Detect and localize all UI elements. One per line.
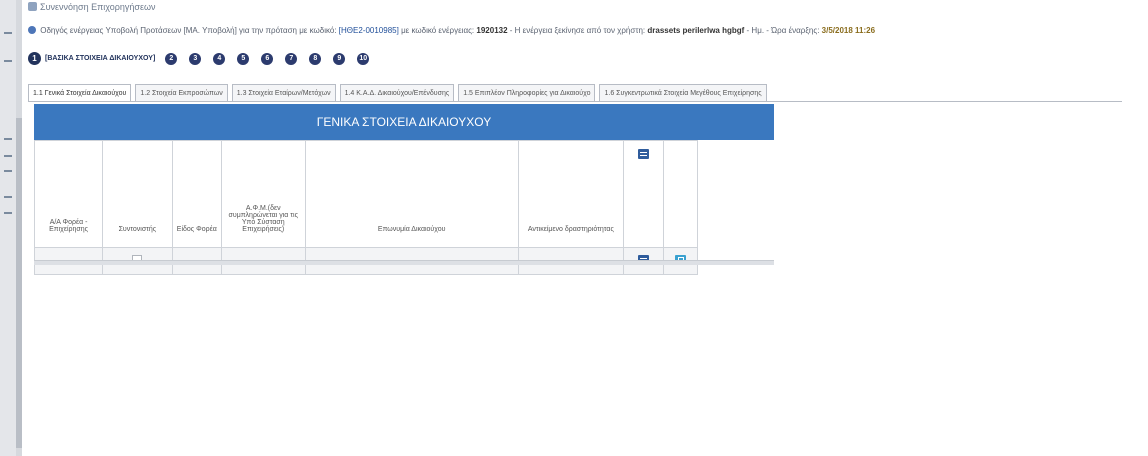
tab-bar: 1.1 Γενικά Στοιχεία Δικαιούχου 1.2 Στοιχ… bbox=[28, 84, 771, 102]
sidebar-marker-icon bbox=[4, 170, 12, 172]
left-sidebar bbox=[0, 0, 17, 456]
tab-representatives[interactable]: 1.2 Στοιχεία Εκπροσώπων bbox=[135, 84, 228, 102]
panel-footer bbox=[34, 260, 774, 265]
step-7-button[interactable]: 7 bbox=[285, 52, 298, 65]
column-header: Συντονιστής bbox=[102, 140, 173, 248]
tab-kad[interactable]: 1.4 Κ.Α.Δ. Δικαιούχου/Επένδυσης bbox=[339, 84, 455, 102]
step-1-label: [ΒΑΣΙΚΑ ΣΤΟΙΧΕΙΑ ΔΙΚΑΙΟΥΧΟΥ] bbox=[45, 55, 156, 62]
table-header-row: Α/Α Φορέα - Επιχείρησης Συντονιστής Είδο… bbox=[33, 140, 698, 248]
column-header-extra bbox=[663, 140, 698, 248]
wizard-steps: 1 [ΒΑΣΙΚΑ ΣΤΟΙΧΕΙΑ ΔΙΚΑΙΟΥΧΟΥ] 2 3 4 5 6… bbox=[28, 52, 381, 65]
sidebar-marker-icon bbox=[4, 138, 12, 140]
sidebar-marker-icon bbox=[4, 60, 12, 62]
step-4-button[interactable]: 4 bbox=[213, 52, 226, 65]
sidebar-marker-icon bbox=[4, 212, 12, 214]
tab-general-info[interactable]: 1.1 Γενικά Στοιχεία Δικαιούχου bbox=[28, 84, 132, 102]
step-10-button[interactable]: 10 bbox=[357, 52, 370, 65]
scrollbar-thumb[interactable] bbox=[16, 118, 22, 448]
sidebar-marker-icon bbox=[4, 155, 12, 157]
step-9-button[interactable]: 9 bbox=[333, 52, 346, 65]
step-1-button[interactable]: 1 bbox=[28, 52, 41, 65]
column-header: Είδος Φορέα bbox=[171, 140, 222, 248]
column-header: Επωνυμία Δικαιούχου bbox=[304, 140, 519, 248]
add-icon[interactable] bbox=[638, 149, 650, 159]
tab-divider bbox=[28, 101, 1122, 102]
info-bar: Οδηγός ενέργειας Υποβολή Προτάσεων [ΜΑ. … bbox=[28, 26, 875, 35]
step-6-button[interactable]: 6 bbox=[261, 52, 274, 65]
sidebar-marker-icon bbox=[4, 32, 12, 34]
step-5-button[interactable]: 5 bbox=[237, 52, 250, 65]
beneficiary-table: Α/Α Φορέα - Επιχείρησης Συντονιστής Είδο… bbox=[33, 140, 698, 275]
step-3-button[interactable]: 3 bbox=[189, 52, 202, 65]
document-icon bbox=[28, 2, 37, 11]
info-icon bbox=[28, 26, 36, 34]
column-header: Α/Α Φορέα - Επιχείρησης bbox=[33, 140, 104, 248]
step-2-button[interactable]: 2 bbox=[165, 52, 178, 65]
panel-title: ΓΕΝΙΚΑ ΣΤΟΙΧΕΙΑ ΔΙΚΑΙΟΥΧΟΥ bbox=[34, 104, 774, 140]
step-8-button[interactable]: 8 bbox=[309, 52, 322, 65]
tab-partners[interactable]: 1.3 Στοιχεία Εταίρων/Μετόχων bbox=[231, 84, 336, 102]
column-header: Αντικείμενο δραστηριότητας bbox=[517, 140, 624, 248]
sidebar-marker-icon bbox=[4, 196, 12, 198]
vertical-scrollbar[interactable] bbox=[16, 0, 22, 456]
column-header: Α.Φ.Μ.(δεν συμπληρώνεται για τις Υπό Σύσ… bbox=[220, 140, 306, 248]
general-info-panel: ΓΕΝΙΚΑ ΣΤΟΙΧΕΙΑ ΔΙΚΑΙΟΥΧΟΥ Α/Α Φορέα - Ε… bbox=[33, 104, 774, 275]
main-content: Συνεννόηση Επιχορηγήσεων Οδηγός ενέργεια… bbox=[26, 0, 1148, 456]
page-title: Συνεννόηση Επιχορηγήσεων bbox=[28, 2, 156, 12]
tab-extra-info[interactable]: 1.5 Επιπλέον Πληροφορίες για Δικαιούχο bbox=[458, 84, 596, 102]
column-header-actions bbox=[622, 140, 665, 248]
tab-size-summary[interactable]: 1.6 Συγκεντρωτικά Στοιχεία Μεγέθους Επιχ… bbox=[599, 84, 767, 102]
